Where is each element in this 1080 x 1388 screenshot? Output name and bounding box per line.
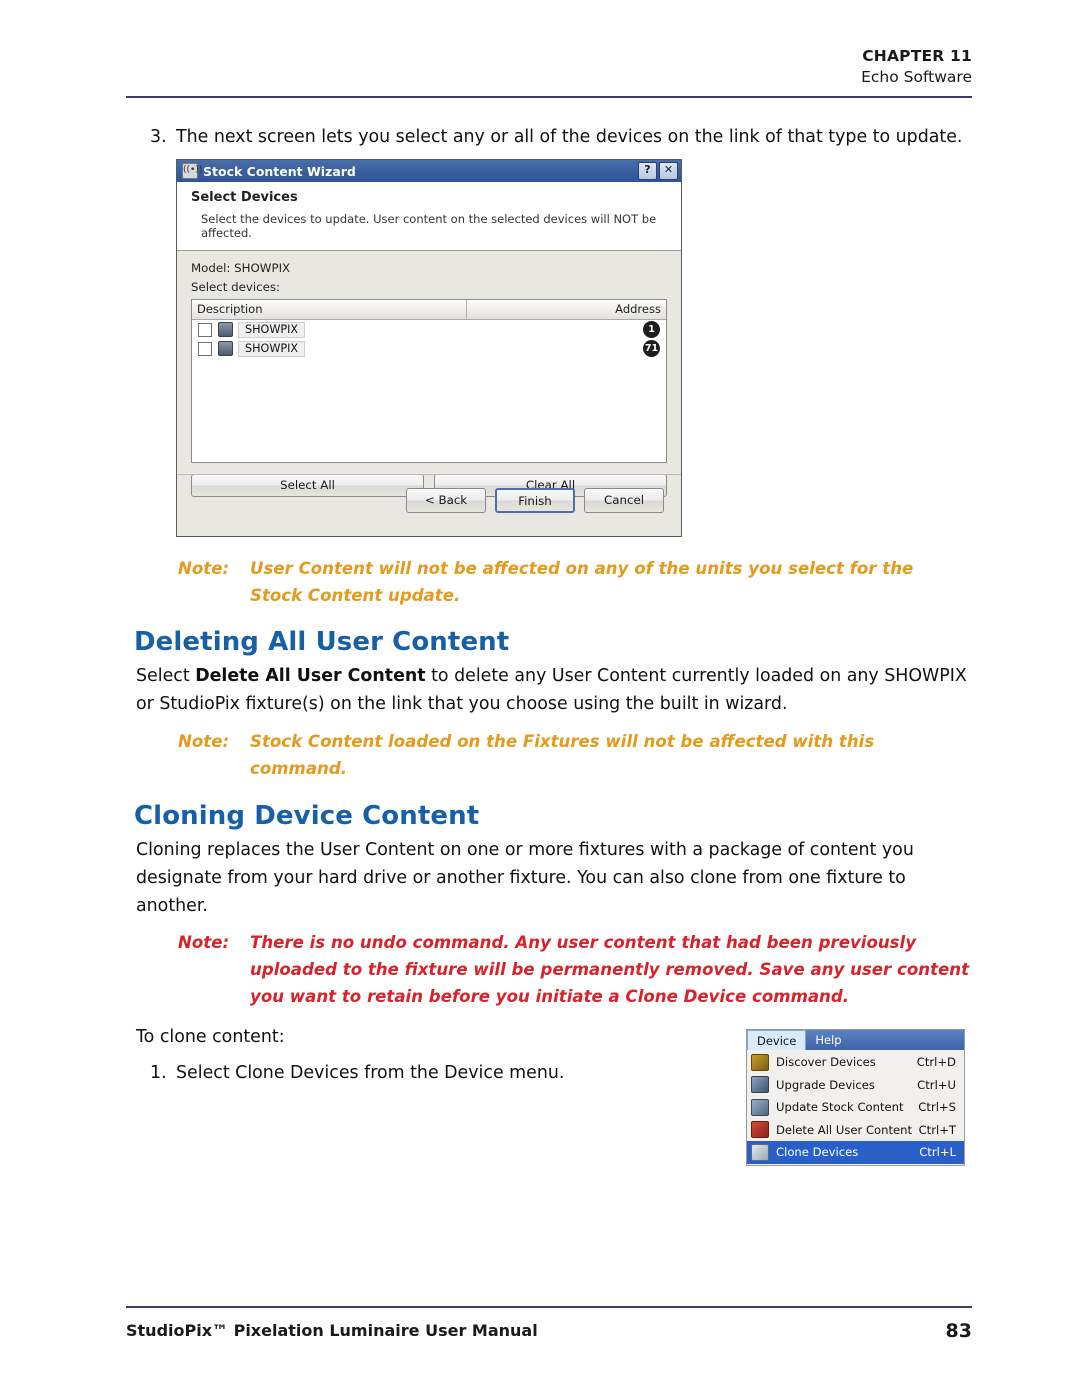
menu-item-shortcut: Ctrl+S [918, 1100, 956, 1115]
note-stock-content: Note: User Content will not be affected o… [178, 556, 978, 610]
note-line-3: you want to retain before you initiate a… [250, 986, 850, 1006]
note-line-1: User Content will not be affected on any… [250, 559, 914, 578]
wizard-subheading: Select the devices to update. User conte… [201, 212, 657, 240]
clone-icon [751, 1143, 769, 1161]
note-label: Note: [178, 732, 230, 751]
device-menu-screenshot: Device Help Discover Devices Ctrl+D Upgr… [746, 1029, 965, 1166]
note-strong: There is no undo command. [250, 933, 510, 952]
page-header: CHAPTER 11 Echo Software [861, 46, 972, 88]
note-line-1-rest: Any user content that had been previousl… [509, 933, 917, 952]
discover-icon [751, 1053, 769, 1071]
step-1: 1. Select Clone Devices from the Device m… [150, 1059, 710, 1087]
wizard-footer: < Back Finish Cancel [177, 474, 681, 536]
deleting-bold: Delete All User Content [195, 666, 426, 686]
device-list-header: Description Address [192, 300, 666, 320]
device-icon [218, 341, 233, 356]
menu-item-delete-all-user-content[interactable]: Delete All User Content Ctrl+T [747, 1119, 964, 1142]
note-line-2: uploaded to the fixture will be permanen… [250, 959, 970, 979]
model-label: Model: [191, 261, 231, 275]
menu-item-shortcut: Ctrl+D [916, 1055, 956, 1070]
menu-dropdown: Discover Devices Ctrl+D Upgrade Devices … [747, 1050, 964, 1165]
model-row: Model: SHOWPIX [191, 261, 667, 275]
upgrade-icon [751, 1076, 769, 1094]
note-line-1: Stock Content loaded on the Fixtures wil… [250, 732, 875, 751]
to-clone-content-label: To clone content: [136, 1027, 285, 1047]
stock-content-wizard-dialog: ((•)) Stock Content Wizard ? ✕ Select De… [176, 159, 682, 537]
cancel-button[interactable]: Cancel [584, 488, 664, 513]
note-no-undo: Note: There is no undo command. Any user … [178, 930, 998, 1011]
step-3-number: 3. [150, 127, 167, 147]
header-divider [126, 96, 972, 98]
menu-item-shortcut: Ctrl+L [919, 1145, 956, 1160]
deleting-body-paragraph: Select Delete All User Content to delete… [136, 662, 974, 718]
back-button[interactable]: < Back [406, 488, 486, 513]
device-name: SHOWPIX [238, 340, 306, 357]
note-stock-not-affected: Note: Stock Content loaded on the Fixture… [178, 729, 978, 783]
device-icon [218, 322, 233, 337]
device-checkbox[interactable] [198, 322, 212, 337]
menu-item-shortcut: Ctrl+U [917, 1077, 956, 1092]
device-name: SHOWPIX [238, 321, 306, 338]
update-stock-icon [751, 1098, 769, 1116]
page-number: 83 [945, 1320, 972, 1342]
step-3: 3. The next screen lets you select any or… [150, 123, 990, 151]
wizard-title: Stock Content Wizard [203, 163, 356, 179]
menu-item-update-stock-content[interactable]: Update Stock Content Ctrl+S [747, 1096, 964, 1119]
step-1-number: 1. [150, 1063, 167, 1083]
menu-item-label: Update Stock Content [776, 1100, 904, 1115]
menu-item-label: Upgrade Devices [776, 1077, 875, 1092]
select-devices-label: Select devices: [191, 280, 281, 294]
wizard-app-icon: ((•)) [182, 163, 202, 179]
help-button[interactable]: ? [638, 162, 657, 180]
menu-item-discover-devices[interactable]: Discover Devices Ctrl+D [747, 1051, 964, 1074]
table-row[interactable]: SHOWPIX 71 [192, 339, 666, 358]
step-3-text: The next screen lets you select any or a… [176, 127, 963, 147]
cloning-body-paragraph: Cloning replaces the User Content on one… [136, 840, 914, 917]
delete-icon [751, 1121, 769, 1139]
column-header-address[interactable]: Address [467, 300, 666, 319]
model-value: SHOWPIX [234, 261, 291, 275]
menu-bar: Device Help [747, 1030, 964, 1050]
wizard-heading: Select Devices [191, 190, 298, 205]
menu-item-label: Discover Devices [776, 1055, 876, 1070]
menu-item-upgrade-devices[interactable]: Upgrade Devices Ctrl+U [747, 1074, 964, 1097]
wizard-titlebar: ((•)) Stock Content Wizard ? ✕ [177, 160, 681, 182]
page-title-deleting: Deleting All User Content [134, 627, 510, 657]
close-button[interactable]: ✕ [659, 162, 678, 180]
device-checkbox[interactable] [198, 341, 212, 356]
page-title-cloning: Cloning Device Content [134, 801, 480, 831]
step-1-text: Select Clone Devices from the Device men… [176, 1063, 565, 1083]
header-chapter: CHAPTER 11 [862, 47, 972, 65]
deleting-pre: Select [136, 666, 196, 686]
device-address-badge: 1 [643, 321, 660, 338]
header-subtitle: Echo Software [861, 67, 972, 86]
menu-item-shortcut: Ctrl+T [918, 1122, 956, 1137]
note-label: Note: [178, 933, 230, 952]
wizard-body: Model: SHOWPIX Select devices: Descripti… [177, 251, 681, 497]
menu-item-clone-devices[interactable]: Clone Devices Ctrl+L [747, 1141, 964, 1164]
column-header-description[interactable]: Description [192, 300, 467, 319]
device-list[interactable]: Description Address SHOWPIX 1 SHOWPIX 71 [191, 299, 667, 463]
footer-manual-title: StudioPix™ Pixelation Luminaire User Man… [126, 1321, 538, 1340]
device-address-badge: 71 [643, 340, 660, 357]
footer-divider [126, 1306, 972, 1308]
note-line-2: command. [250, 758, 348, 778]
menu-item-label: Delete All User Content [776, 1122, 913, 1137]
note-label: Note: [178, 559, 230, 578]
note-line-2: Stock Content update. [250, 585, 461, 605]
table-row[interactable]: SHOWPIX 1 [192, 320, 666, 339]
wizard-header-panel: Select Devices Select the devices to upd… [177, 182, 681, 251]
menubar-item-device[interactable]: Device [747, 1030, 807, 1050]
menubar-item-help[interactable]: Help [806, 1030, 850, 1050]
menu-item-label: Clone Devices [776, 1145, 859, 1160]
finish-button[interactable]: Finish [495, 488, 575, 513]
